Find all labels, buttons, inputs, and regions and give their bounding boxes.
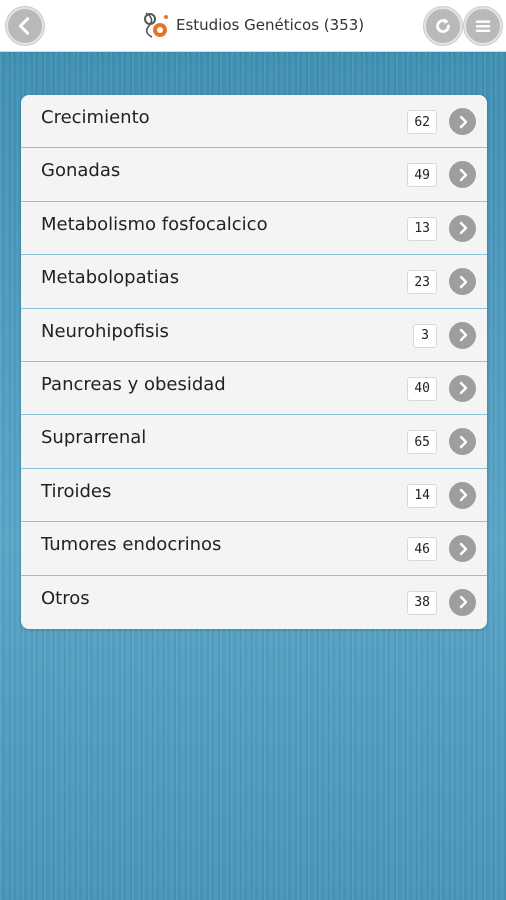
list-item-label: Neurohipofisis — [41, 320, 169, 342]
chevron-right-button[interactable] — [449, 588, 476, 616]
count-badge: 38 — [407, 590, 437, 615]
list-item-label: Suprarrenal — [41, 427, 147, 449]
list-item[interactable]: Gonadas 49 — [21, 148, 487, 202]
list-item[interactable]: Suprarrenal 65 — [21, 415, 487, 469]
list-item-label: Tumores endocrinos — [41, 534, 222, 556]
category-list: Crecimiento 62 Gonadas 49 Metabolismo fo… — [21, 95, 487, 629]
count-badge: 46 — [407, 537, 437, 562]
count-badge: 49 — [407, 163, 437, 188]
list-item-label: Otros — [41, 587, 90, 609]
refresh-button[interactable] — [424, 7, 462, 45]
chevron-right-button[interactable] — [449, 535, 476, 563]
chevron-right-icon — [459, 275, 467, 288]
chevron-right-button[interactable] — [449, 321, 476, 349]
chevron-right-button[interactable] — [449, 374, 476, 402]
chevron-right-icon — [459, 115, 467, 128]
count-badge: 65 — [407, 430, 437, 455]
chevron-right-button[interactable] — [449, 268, 476, 296]
chevron-right-icon — [459, 222, 467, 235]
count-badge: 14 — [407, 483, 437, 508]
chevron-right-icon — [459, 328, 467, 342]
dna-logo-icon — [144, 12, 168, 38]
chevron-right-icon — [459, 435, 467, 449]
header-title-group: Estudios Genéticos (353) — [140, 8, 364, 42]
list-item-label: Pancreas y obesidad — [41, 373, 226, 395]
list-item[interactable]: Otros 38 — [21, 576, 487, 629]
chevron-right-icon — [459, 595, 467, 609]
list-item[interactable]: Metabolismo fosfocalcico 13 — [21, 202, 487, 256]
list-item[interactable]: Tumores endocrinos 46 — [21, 522, 487, 576]
list-item-label: Tiroides — [41, 480, 112, 502]
list-item-label: Crecimiento — [41, 107, 150, 128]
chevron-right-button[interactable] — [449, 161, 476, 189]
chevron-right-icon — [459, 382, 467, 395]
chevron-left-icon — [18, 17, 30, 35]
list-item[interactable]: Tiroides 14 — [21, 469, 487, 523]
page-title: Estudios Genéticos (353) — [176, 16, 365, 34]
chevron-right-icon — [459, 542, 467, 555]
hamburger-menu-icon — [475, 20, 491, 33]
count-badge: 40 — [407, 376, 437, 401]
list-item-label: Metabolopatias — [41, 267, 180, 289]
list-item[interactable]: Crecimiento 62 — [21, 95, 487, 149]
list-item-label: Gonadas — [41, 160, 121, 182]
chevron-right-button[interactable] — [449, 428, 476, 456]
list-item[interactable]: Neurohipofisis 3 — [21, 309, 487, 362]
count-badge: 62 — [407, 110, 437, 134]
list-item[interactable]: Pancreas y obesidad 40 — [21, 362, 487, 416]
chevron-right-icon — [459, 168, 467, 182]
count-badge: 23 — [407, 270, 437, 295]
top-bar: Estudios Genéticos (353) — [0, 0, 506, 52]
menu-button[interactable] — [464, 7, 502, 45]
chevron-right-icon — [459, 489, 467, 502]
back-button[interactable] — [6, 7, 44, 45]
chevron-right-button[interactable] — [449, 481, 476, 509]
count-badge: 3 — [413, 323, 437, 348]
chevron-right-button[interactable] — [449, 214, 476, 242]
list-item[interactable]: Metabolopatias 23 — [21, 255, 487, 309]
chevron-right-button[interactable] — [449, 108, 476, 135]
list-item-label: Metabolismo fosfocalcico — [41, 213, 268, 235]
count-badge: 13 — [407, 216, 437, 241]
refresh-icon — [436, 18, 450, 33]
